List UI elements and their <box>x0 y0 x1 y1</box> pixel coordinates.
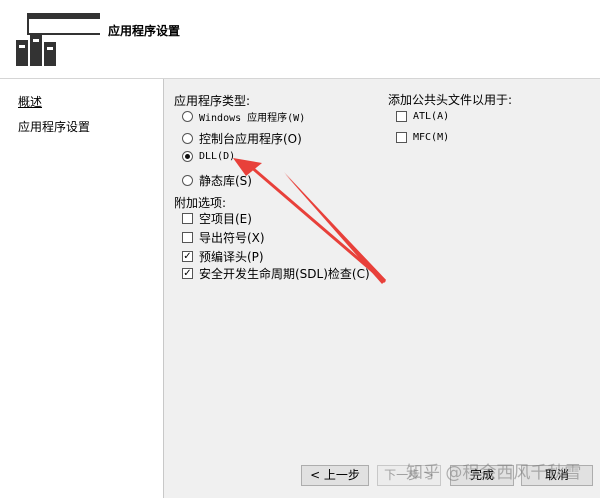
wizard-header: 应用程序设置 <box>0 0 600 79</box>
next-button[interactable]: 下一步 > <box>377 465 441 486</box>
sidebar-item-app-settings[interactable]: 应用程序设置 <box>18 118 90 135</box>
finish-button[interactable]: 完成 <box>450 465 514 486</box>
settings-panel: 应用程序类型: Windows 应用程序(W) 控制台应用程序(O) DLL(D… <box>164 79 600 498</box>
cancel-button[interactable]: 取消 <box>521 465 593 486</box>
page-title: 应用程序设置 <box>108 24 181 38</box>
prev-button[interactable]: < 上一步 <box>301 465 369 486</box>
wizard-sidebar: 概述 应用程序设置 <box>0 79 164 498</box>
application-settings-icon <box>16 13 100 66</box>
annotation-arrow <box>233 158 386 284</box>
sidebar-item-overview[interactable]: 概述 <box>18 93 42 110</box>
